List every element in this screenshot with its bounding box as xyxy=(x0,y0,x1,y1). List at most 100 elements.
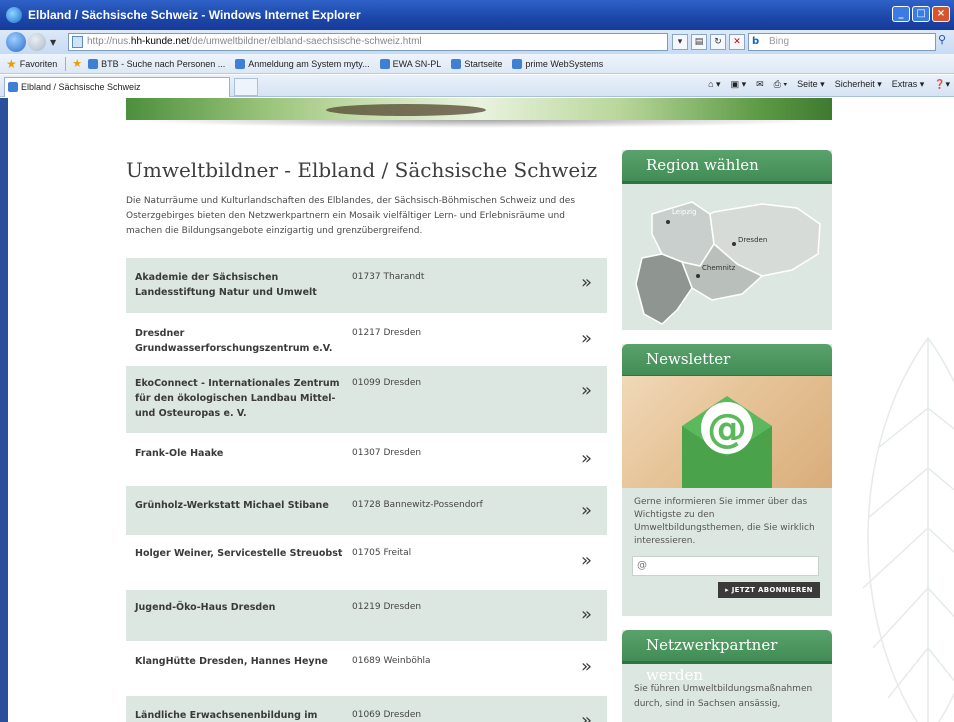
page-content: Umweltbildner - Elbland / Sächsische Sch… xyxy=(8,98,954,722)
partner-name[interactable]: Akademie der Sächsischen Landesstiftung … xyxy=(135,270,345,300)
partner-address: 01219 Dresden xyxy=(352,602,422,612)
subscribe-button[interactable]: ▸ JETZT ABONNIEREN xyxy=(718,582,820,598)
search-input[interactable]: b Bing xyxy=(748,33,936,51)
email-input[interactable]: @ xyxy=(632,556,819,576)
partner-row[interactable]: Ländliche Erwachsenenbildung im 01069 Dr… xyxy=(126,696,607,722)
extras-menu[interactable]: Extras ▾ xyxy=(892,79,925,90)
partner-name[interactable]: Ländliche Erwachsenenbildung im xyxy=(135,708,345,722)
new-tab-button[interactable] xyxy=(234,78,258,96)
window-titlebar: Elbland / Sächsische Schweiz - Windows I… xyxy=(0,0,954,30)
city-label-dresden: Dresden xyxy=(738,236,767,244)
partner-address: 01069 Dresden xyxy=(352,710,422,720)
partner-name[interactable]: Dresdner Grundwasserforschungszentrum e.… xyxy=(135,326,345,356)
forward-button[interactable] xyxy=(28,33,46,51)
url-input[interactable]: http://nus.hh-kunde.net/de/umweltbildner… xyxy=(68,33,668,51)
feeds-icon[interactable]: ▣ ▾ xyxy=(731,79,747,90)
partner-name[interactable]: Holger Weiner, Servicestelle Streuobst xyxy=(135,546,345,561)
search-icon[interactable]: ⚲ xyxy=(938,33,952,51)
intro-text: Die Naturräume und Kulturlandschaften de… xyxy=(126,196,576,236)
partner-address: 01689 Weinböhla xyxy=(352,656,431,666)
favorites-button[interactable]: Favoriten xyxy=(20,59,58,69)
partner-row[interactable]: Jugend-Öko-Haus Dresden 01219 Dresden » xyxy=(126,590,607,642)
favorite-item[interactable]: Anmeldung am System myty... xyxy=(235,58,370,69)
partner-name[interactable]: Grünholz-Werkstatt Michael Stibane xyxy=(135,498,355,513)
favorite-item[interactable]: Startseite xyxy=(451,58,502,69)
partner-arrow-icon[interactable]: » xyxy=(581,448,592,469)
partner-arrow-icon[interactable]: » xyxy=(581,272,592,293)
partner-signup-title: Netzwerkpartner werden xyxy=(622,630,832,684)
partner-list: Akademie der Sächsischen Landesstiftung … xyxy=(126,258,607,722)
partner-address: 01728 Bannewitz-Possendorf xyxy=(352,500,483,510)
page-title: Umweltbildner - Elbland / Sächsische Sch… xyxy=(126,158,598,182)
url-dropdown-icon[interactable]: ▾ xyxy=(672,34,688,50)
add-favorite-icon[interactable]: ★ xyxy=(72,57,82,70)
partner-arrow-icon[interactable]: » xyxy=(581,328,592,349)
svg-text:@: @ xyxy=(707,406,747,452)
refresh-icon[interactable]: ↻ xyxy=(710,34,726,50)
partner-arrow-icon[interactable]: » xyxy=(581,656,592,677)
newsletter-text: Gerne informieren Sie immer über das Wic… xyxy=(634,497,815,546)
partner-row[interactable]: KlangHütte Dresden, Hannes Heyne 01689 W… xyxy=(126,642,607,696)
newsletter-title: Newsletter xyxy=(622,344,832,378)
bing-icon: b xyxy=(752,36,760,47)
partner-row[interactable]: Frank-Ole Haake 01307 Dresden » xyxy=(126,434,607,486)
leaf-pattern-decoration xyxy=(862,336,954,722)
partner-address: 01099 Dresden xyxy=(352,378,422,388)
favorite-item[interactable]: prime WebSystems xyxy=(512,58,603,69)
favorites-star-icon[interactable]: ★ xyxy=(6,57,17,71)
site-icon xyxy=(235,58,246,69)
partner-row[interactable]: Dresdner Grundwasserforschungszentrum e.… xyxy=(126,314,607,366)
city-dot-leipzig xyxy=(666,220,670,224)
partner-row[interactable]: Holger Weiner, Servicestelle Streuobst 0… xyxy=(126,536,607,590)
safety-menu[interactable]: Sicherheit ▾ xyxy=(835,79,882,90)
newsletter-box: Newsletter @ Gerne informieren Sie immer… xyxy=(622,344,832,616)
maximize-button[interactable]: □ xyxy=(912,6,930,22)
address-tools: ▾ ▤ ↻ ✕ xyxy=(672,34,745,50)
partner-name[interactable]: Frank-Ole Haake xyxy=(135,446,345,461)
ie-logo-icon xyxy=(6,7,22,23)
city-label-chemnitz: Chemnitz xyxy=(702,264,736,272)
newsletter-image: @ xyxy=(622,376,832,488)
partner-arrow-icon[interactable]: » xyxy=(581,550,592,571)
partner-arrow-icon[interactable]: » xyxy=(581,500,592,521)
favorite-item[interactable]: EWA SN-PL xyxy=(379,58,441,69)
tab-current[interactable]: Elbland / Sächsische Schweiz xyxy=(4,77,230,97)
minimize-button[interactable]: _ xyxy=(892,6,910,22)
saxony-map[interactable]: Leipzig Dresden Chemnitz xyxy=(622,184,832,330)
partner-row[interactable]: Akademie der Sächsischen Landesstiftung … xyxy=(126,258,607,314)
city-dot-chemnitz xyxy=(696,274,700,278)
page-icon xyxy=(72,36,83,48)
partner-arrow-icon[interactable]: » xyxy=(581,710,592,722)
mail-icon[interactable]: ✉ xyxy=(756,79,764,90)
history-dropdown-icon[interactable]: ▼ xyxy=(50,38,56,47)
partner-arrow-icon[interactable]: » xyxy=(581,604,592,625)
partner-row[interactable]: Grünholz-Werkstatt Michael Stibane 01728… xyxy=(126,486,607,536)
map-region-vogtland[interactable] xyxy=(635,253,693,325)
favorite-item[interactable]: BTB - Suche nach Personen ... xyxy=(88,58,225,69)
site-icon xyxy=(512,58,523,69)
close-button[interactable]: × xyxy=(932,6,950,22)
stop-icon[interactable]: ✕ xyxy=(729,34,745,50)
help-icon[interactable]: ❓▾ xyxy=(934,79,950,90)
back-button[interactable] xyxy=(6,32,26,52)
envelope-icon: @ xyxy=(682,396,772,488)
print-icon[interactable]: ⎙ ▾ xyxy=(774,79,787,90)
window-controls: _ □ × xyxy=(892,6,950,22)
partner-signup-box: Netzwerkpartner werden Sie führen Umwelt… xyxy=(622,630,832,722)
partner-address: 01217 Dresden xyxy=(352,328,422,338)
at-icon: @ xyxy=(637,560,647,571)
partner-signup-text: Sie führen Umweltbildungsmaßnahmen durch… xyxy=(634,684,813,709)
compatibility-icon[interactable]: ▤ xyxy=(691,34,707,50)
partner-name[interactable]: EkoConnect - Internationales Zentrum für… xyxy=(135,376,345,421)
partner-name[interactable]: KlangHütte Dresden, Hannes Heyne xyxy=(135,654,355,669)
city-dot-dresden xyxy=(732,242,736,246)
page-menu[interactable]: Seite ▾ xyxy=(797,79,825,90)
site-icon xyxy=(379,58,390,69)
partner-row[interactable]: EkoConnect - Internationales Zentrum für… xyxy=(126,366,607,434)
home-icon[interactable]: ⌂ ▾ xyxy=(708,79,720,90)
partner-arrow-icon[interactable]: » xyxy=(581,380,592,401)
command-bar: ⌂ ▾ ▣ ▾ ✉ ⎙ ▾ Seite ▾ Sicherheit ▾ Extra… xyxy=(708,79,950,90)
partner-name[interactable]: Jugend-Öko-Haus Dresden xyxy=(135,600,345,615)
partner-address: 01307 Dresden xyxy=(352,448,422,458)
partner-address: 01705 Freital xyxy=(352,548,412,558)
